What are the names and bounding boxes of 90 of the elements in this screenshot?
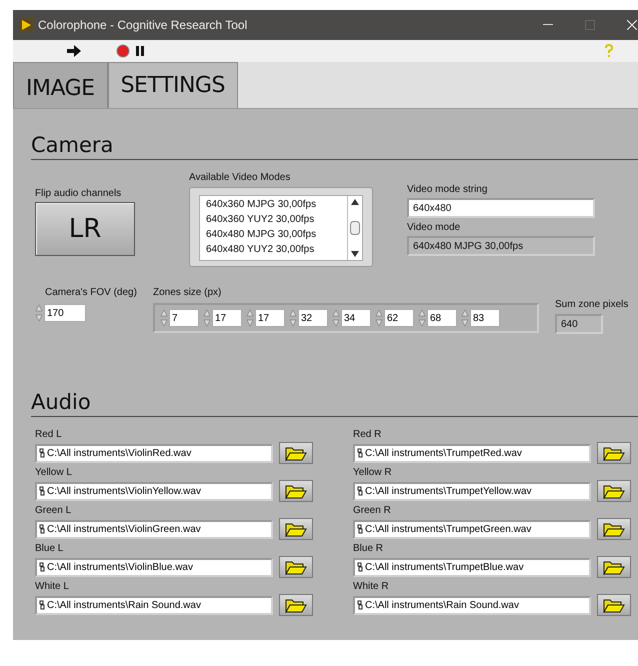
browse-button[interactable] [279, 442, 313, 464]
folder-icon [285, 446, 307, 460]
section-heading: Audio [31, 390, 638, 417]
field-label: White R [353, 581, 390, 592]
browse-button[interactable] [279, 594, 313, 616]
folder-icon [285, 484, 307, 498]
folder-icon [603, 484, 625, 498]
field-label: Video mode [407, 222, 462, 233]
field-label: Red L [35, 429, 63, 440]
file-path-field[interactable]: C:\All instruments\ViolinYellow.wav [35, 482, 273, 500]
folder-icon [603, 446, 625, 460]
app-logo-icon [19, 18, 33, 32]
field-label: White L [35, 581, 70, 592]
path-icon [357, 600, 363, 610]
list-item[interactable]: 640x480 YUY2 30,00fps [206, 242, 347, 257]
path-icon [39, 524, 45, 534]
zone-size-input[interactable]: 17 [212, 309, 242, 327]
field-label: Zones size (px) [153, 287, 222, 298]
scroll-thumb[interactable] [350, 221, 360, 235]
path-icon [357, 486, 363, 496]
path-icon [357, 448, 363, 458]
scroll-down-icon[interactable] [351, 251, 359, 257]
field-label: Green R [353, 505, 392, 516]
field-label: Blue L [35, 543, 64, 554]
field-label: Video mode string [407, 184, 488, 195]
folder-icon [603, 560, 625, 574]
path-icon [357, 524, 363, 534]
folder-icon [285, 522, 307, 536]
browse-button[interactable] [597, 556, 631, 578]
flip-channels-button[interactable]: LR [35, 202, 135, 256]
field-label: Camera's FOV (deg) [45, 287, 138, 298]
zone-size-input[interactable]: 7 [169, 309, 199, 327]
folder-icon [285, 560, 307, 574]
field-label: Available Video Modes [189, 172, 292, 183]
browse-button[interactable] [597, 518, 631, 540]
field-label: Flip audio channels [35, 188, 122, 199]
video-mode-string-field[interactable]: 640x480 [407, 198, 595, 218]
minimize-icon [543, 24, 553, 26]
path-icon [39, 600, 45, 610]
file-path-field[interactable]: C:\All instruments\Rain Sound.wav [353, 596, 591, 614]
zone-size-input[interactable]: 32 [298, 309, 328, 327]
fov-input[interactable]: 170 [44, 304, 86, 322]
list-item[interactable]: 640x360 YUY2 30,00fps [206, 212, 347, 227]
window-title: Colorophone - Cognitive Research Tool [38, 18, 248, 32]
file-path-field[interactable]: C:\All instruments\Rain Sound.wav [35, 596, 273, 614]
path-icon [39, 562, 45, 572]
video-mode-field: 640x480 MJPG 30,00fps [407, 236, 595, 256]
file-path-field[interactable]: C:\All instruments\ViolinGreen.wav [35, 520, 273, 538]
browse-button[interactable] [597, 594, 631, 616]
browse-button[interactable] [597, 442, 631, 464]
file-path-field[interactable]: C:\All instruments\TrumpetBlue.wav [353, 558, 591, 576]
file-path-field[interactable]: C:\All instruments\ViolinBlue.wav [35, 558, 273, 576]
path-icon [357, 562, 363, 572]
file-path-field[interactable]: C:\All instruments\ViolinRed.wav [35, 444, 273, 462]
field-label: Red R [353, 429, 382, 440]
zone-size-input[interactable]: 83 [470, 309, 500, 327]
section-heading: Camera [31, 133, 638, 160]
field-label: Green L [35, 505, 72, 516]
zone-size-input[interactable]: 68 [427, 309, 457, 327]
tab[interactable]: SETTINGS [108, 62, 238, 108]
close-icon [627, 20, 637, 30]
folder-icon [603, 598, 625, 612]
list-item[interactable]: 640x360 MJPG 30,00fps [206, 197, 347, 212]
path-icon [39, 486, 45, 496]
list-item[interactable]: 640x480 MJPG 30,00fps [206, 227, 347, 242]
zone-size-input[interactable]: 17 [255, 309, 285, 327]
path-icon [39, 448, 45, 458]
folder-icon [603, 522, 625, 536]
folder-icon [285, 598, 307, 612]
field-label: Sum zone pixels [555, 299, 628, 310]
browse-button[interactable] [279, 556, 313, 578]
stop-icon[interactable] [116, 44, 130, 58]
video-modes-list[interactable]: 640x360 MJPG 30,00fps 640x360 YUY2 30,00fps 640x480 MJPG 30,00fps 640x480 YUY2 30,00fps [189, 187, 373, 267]
tab[interactable]: IMAGE [13, 62, 108, 108]
maximize-icon [585, 20, 595, 30]
file-path-field[interactable]: C:\All instruments\TrumpetGreen.wav [353, 520, 591, 538]
field-label: Blue R [353, 543, 384, 554]
file-path-field[interactable]: C:\All instruments\TrumpetYellow.wav [353, 482, 591, 500]
scroll-up-icon[interactable] [351, 199, 359, 205]
pause-icon[interactable] [136, 46, 144, 56]
field-label: Yellow L [35, 467, 73, 478]
run-arrow-icon[interactable] [66, 45, 82, 57]
zone-size-input[interactable]: 34 [341, 309, 371, 327]
browse-button[interactable] [279, 518, 313, 540]
zone-size-input[interactable]: 62 [384, 309, 414, 327]
file-path-field[interactable]: C:\All instruments\TrumpetRed.wav [353, 444, 591, 462]
field-label: Yellow R [353, 467, 393, 478]
browse-button[interactable] [597, 480, 631, 502]
sum-zone-pixels-field: 640 [555, 314, 603, 334]
browse-button[interactable] [279, 480, 313, 502]
